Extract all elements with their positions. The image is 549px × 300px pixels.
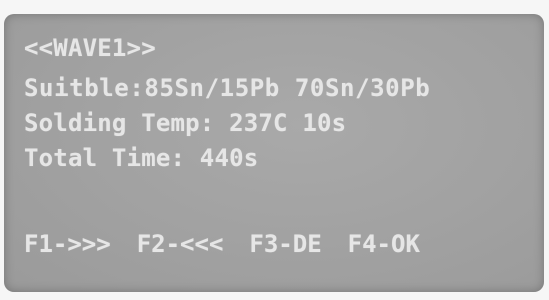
f2-previous-key[interactable]: F2-<<< <box>137 230 224 258</box>
f1-next-key[interactable]: F1->>> <box>24 230 111 258</box>
f3-delete-key[interactable]: F3-DE <box>249 230 321 258</box>
lcd-screen: <<WAVE1>> Suitble:85Sn/15Pb 70Sn/30Pb So… <box>4 14 544 292</box>
soldering-temperature: Solding Temp: 237C 10s <box>24 109 347 137</box>
total-time: Total Time: 440s <box>24 144 259 172</box>
suitable-alloys: Suitble:85Sn/15Pb 70Sn/30Pb <box>24 74 431 102</box>
f4-ok-key[interactable]: F4-OK <box>348 230 420 258</box>
function-key-bar: F1->>> F2-<<< F3-DE F4-OK <box>24 230 420 258</box>
profile-title: <<WAVE1>> <box>24 34 156 62</box>
